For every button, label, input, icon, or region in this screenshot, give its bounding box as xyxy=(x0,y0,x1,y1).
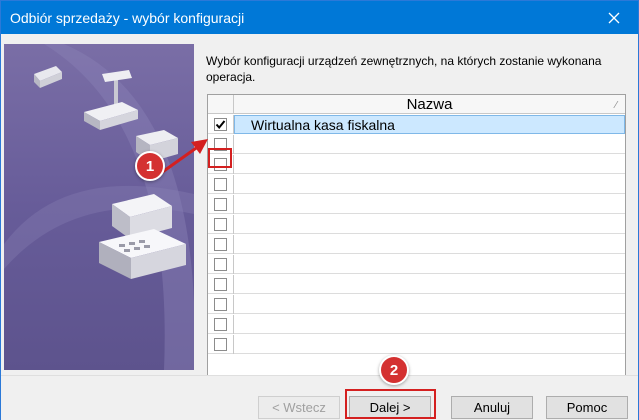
dialog-window: Odbiór sprzedaży - wybór konfiguracji Wy… xyxy=(0,0,639,420)
instruction-text: Wybór konfiguracji urządzeń zewnętrznych… xyxy=(206,54,602,84)
row-check-cell xyxy=(208,215,234,234)
row-check-cell xyxy=(208,235,234,254)
row-name-cell: Wirtualna kasa fiskalna xyxy=(234,115,625,134)
row-name-cell xyxy=(234,215,625,234)
header-check-column[interactable] xyxy=(208,95,234,114)
close-button[interactable] xyxy=(591,1,637,34)
table-row[interactable] xyxy=(208,215,625,234)
table-row[interactable] xyxy=(208,135,625,154)
row-name-cell xyxy=(234,275,625,294)
pos-devices-illustration xyxy=(4,44,194,370)
row-check-cell xyxy=(208,315,234,334)
row-check-cell xyxy=(208,255,234,274)
row-check-cell xyxy=(208,295,234,314)
row-name-cell xyxy=(234,295,625,314)
cancel-button[interactable]: Anuluj xyxy=(451,396,533,419)
checkbox[interactable] xyxy=(214,238,227,251)
table-row[interactable] xyxy=(208,175,625,194)
row-name-cell xyxy=(234,235,625,254)
button-bar: < Wstecz Dalej > Anuluj Pomoc xyxy=(1,375,638,420)
highlight-checkbox xyxy=(208,148,232,168)
row-check-cell xyxy=(208,115,234,134)
column-header-name: Nazwa xyxy=(406,96,453,113)
checkbox[interactable] xyxy=(214,258,227,271)
close-icon xyxy=(608,12,620,23)
scanner-icon xyxy=(34,66,62,88)
table-row[interactable]: Wirtualna kasa fiskalna xyxy=(208,115,625,134)
row-check-cell xyxy=(208,275,234,294)
row-name-cell xyxy=(234,175,625,194)
table-row[interactable] xyxy=(208,335,625,354)
checkbox-checked[interactable] xyxy=(214,118,227,131)
table-row[interactable] xyxy=(208,235,625,254)
step-2-badge: 2 xyxy=(379,355,409,385)
row-name-cell xyxy=(234,135,625,154)
checkbox[interactable] xyxy=(214,218,227,231)
row-name-cell xyxy=(234,195,625,214)
title-bar[interactable]: Odbiór sprzedaży - wybór konfiguracji xyxy=(1,1,638,34)
table-row[interactable] xyxy=(208,195,625,214)
row-name-cell xyxy=(234,155,625,174)
checkbox[interactable] xyxy=(214,278,227,291)
table-row[interactable] xyxy=(208,275,625,294)
configuration-grid[interactable]: Nazwa ⁄ Wirtualna kasa fiskalna xyxy=(207,94,626,383)
row-name-cell xyxy=(234,335,625,354)
table-row[interactable] xyxy=(208,315,625,334)
row-check-cell xyxy=(208,175,234,194)
window-title: Odbiór sprzedaży - wybór konfiguracji xyxy=(10,10,245,26)
checkbox[interactable] xyxy=(214,178,227,191)
grid-header: Nazwa ⁄ xyxy=(208,95,625,114)
table-row[interactable] xyxy=(208,255,625,274)
checkbox[interactable] xyxy=(214,338,227,351)
row-label: Wirtualna kasa fiskalna xyxy=(251,117,395,133)
row-check-cell xyxy=(208,335,234,354)
checkbox[interactable] xyxy=(214,318,227,331)
help-button[interactable]: Pomoc xyxy=(546,396,628,419)
checkmark-icon xyxy=(215,120,226,130)
checkbox[interactable] xyxy=(214,198,227,211)
side-illustration xyxy=(4,44,194,370)
row-name-cell xyxy=(234,315,625,334)
row-check-cell xyxy=(208,195,234,214)
checkbox[interactable] xyxy=(214,298,227,311)
table-row[interactable] xyxy=(208,295,625,314)
sort-icon: ⁄ xyxy=(615,100,617,111)
header-name-column[interactable]: Nazwa ⁄ xyxy=(234,95,625,114)
table-row[interactable] xyxy=(208,155,625,174)
back-button[interactable]: < Wstecz xyxy=(258,396,340,419)
highlight-next-button xyxy=(345,389,436,419)
row-name-cell xyxy=(234,255,625,274)
step-1-badge: 1 xyxy=(135,151,165,181)
dialog-content: Wybór konfiguracji urządzeń zewnętrznych… xyxy=(1,34,638,383)
